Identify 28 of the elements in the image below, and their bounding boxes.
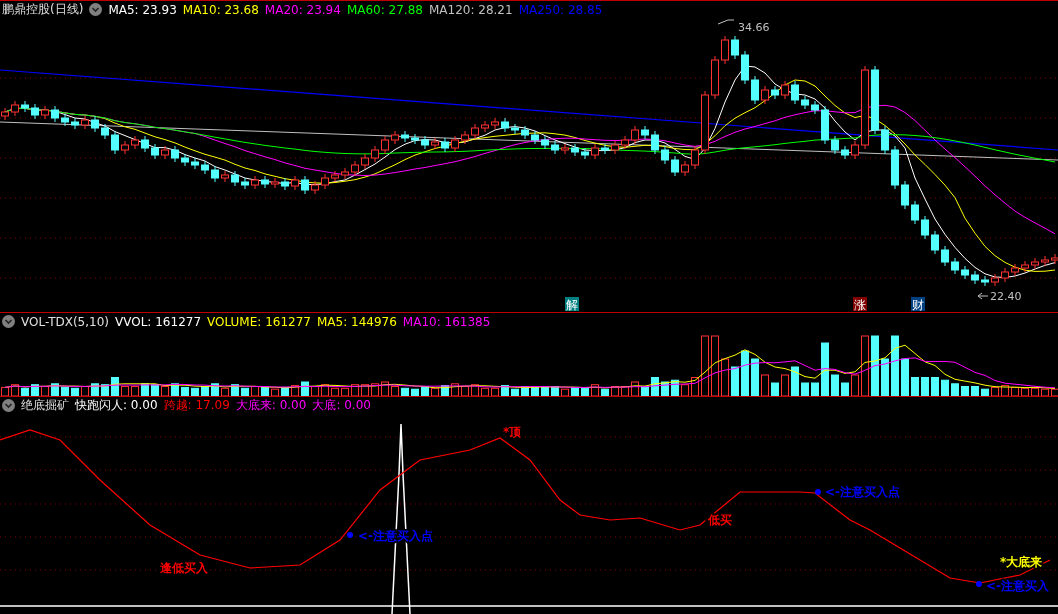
signal-label: 逢低买入 xyxy=(160,561,208,575)
indicator-value: MA5: 144976 xyxy=(316,314,397,329)
indicator-value: 大底来: 0.00 xyxy=(235,397,307,414)
indicator-value: MA250: 28.85 xyxy=(518,2,603,17)
indicator-value: MA10: 23.68 xyxy=(182,2,259,17)
indicator-value: MA20: 23.94 xyxy=(264,2,341,17)
indicator-title: 绝底掘矿 xyxy=(21,397,69,414)
signal-label: 低买 xyxy=(708,513,732,527)
indicator-value: VOLUME: 161277 xyxy=(207,314,311,329)
stock-title: 鹏鼎控股(日线) xyxy=(2,1,84,18)
signal-label: <-注意买入 xyxy=(986,579,1050,593)
signal-label: *顶 xyxy=(503,425,522,439)
indicator-value: MA60: 27.88 xyxy=(346,2,423,17)
event-tag[interactable]: 解 xyxy=(565,297,579,312)
indicator-value: MA10: 161385 xyxy=(402,314,491,329)
indicator-value: 跨越: 17.09 xyxy=(163,397,230,414)
event-tag[interactable]: 涨 xyxy=(853,297,867,312)
signal-label: *大底来 xyxy=(1000,555,1043,569)
signal-label: <-注意买入点 xyxy=(825,485,901,499)
volume-title: VOL-TDX(5,10) xyxy=(21,314,110,329)
event-tag[interactable]: 财 xyxy=(911,297,925,312)
low-price-label: 22.40 xyxy=(990,290,1022,303)
indicator-value: MA5: 23.93 xyxy=(108,2,177,17)
indicator-value: 快跑闪人: 0.00 xyxy=(75,397,158,414)
indicator-value: VVOL: 161277 xyxy=(115,314,202,329)
indicator-value: MA120: 28.21 xyxy=(428,2,513,17)
indicator-value: 大底: 0.00 xyxy=(312,397,371,414)
high-price-label: 34.66 xyxy=(738,21,770,34)
